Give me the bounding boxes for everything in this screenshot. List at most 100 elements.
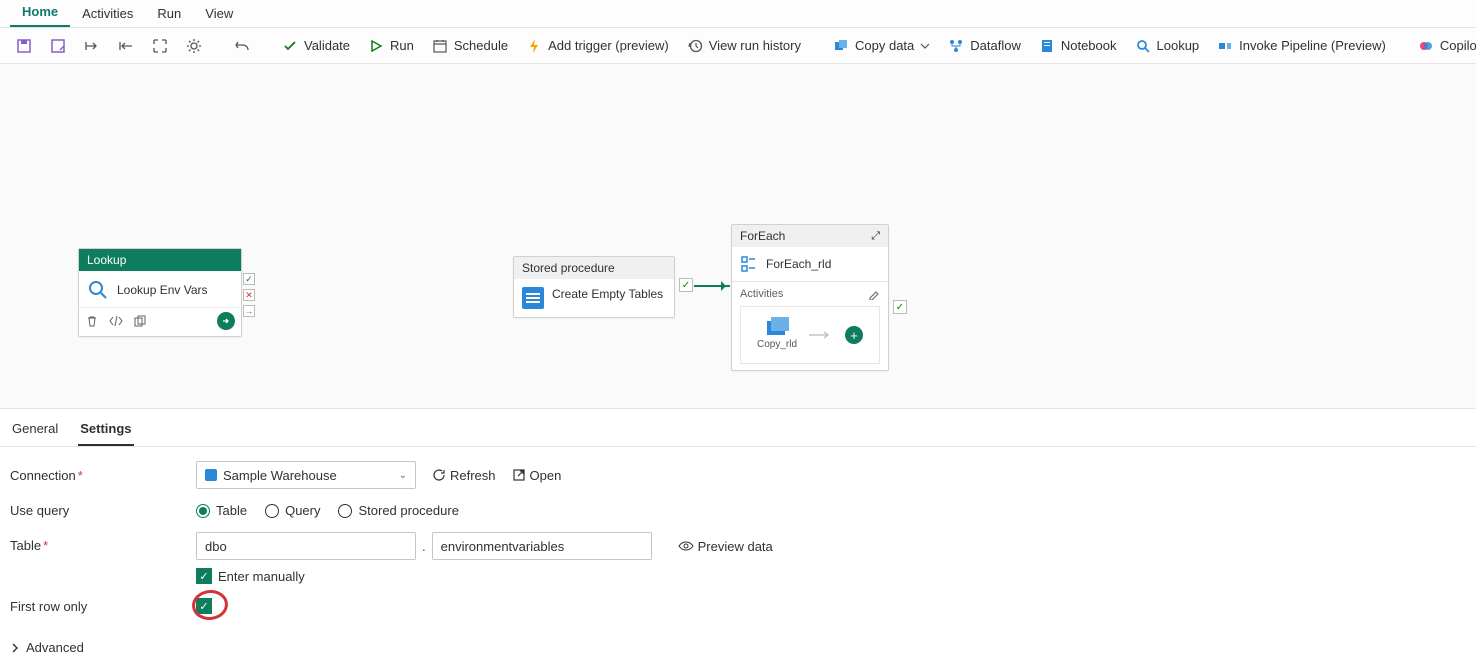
inner-arrow-icon bbox=[809, 331, 833, 339]
expand-right-button[interactable] bbox=[76, 34, 108, 58]
delete-icon[interactable] bbox=[85, 314, 99, 328]
tab-home[interactable]: Home bbox=[10, 0, 70, 27]
expand-icon[interactable]: ⤢ bbox=[871, 230, 880, 243]
collapse-right-button[interactable] bbox=[110, 34, 142, 58]
lookup-toolbar-button[interactable]: Lookup bbox=[1127, 34, 1208, 58]
copilot-button[interactable]: Copilot bbox=[1410, 34, 1476, 58]
stored-procedure-icon bbox=[522, 287, 544, 309]
save-as-button[interactable] bbox=[42, 34, 74, 58]
connection-dropdown[interactable]: Sample Warehouse ⌄ bbox=[196, 461, 416, 489]
schedule-label: Schedule bbox=[454, 38, 508, 53]
chevron-down-icon bbox=[920, 38, 930, 54]
refresh-button[interactable]: Refresh bbox=[432, 468, 496, 483]
view-run-history-button[interactable]: View run history bbox=[679, 34, 809, 58]
add-activity-button[interactable]: + bbox=[845, 326, 863, 344]
preview-data-button[interactable]: Preview data bbox=[678, 539, 773, 554]
port-success-icon[interactable]: ✓ bbox=[679, 278, 693, 292]
view-run-history-label: View run history bbox=[709, 38, 801, 53]
port-success-icon[interactable]: ✓ bbox=[893, 300, 907, 314]
advanced-toggle[interactable]: Advanced bbox=[0, 636, 1476, 669]
radio-icon bbox=[338, 504, 352, 518]
advanced-label: Advanced bbox=[26, 640, 84, 655]
warehouse-icon bbox=[205, 469, 217, 481]
node-foreach[interactable]: ForEach ⤢ ForEach_rld Activities Copy_rl… bbox=[731, 224, 889, 371]
port-fail-icon[interactable]: ✕ bbox=[243, 289, 255, 301]
use-query-label: Use query bbox=[10, 503, 196, 518]
settings-form: Connection* Sample Warehouse ⌄ Refresh O… bbox=[0, 447, 1476, 636]
properties-tabs: General Settings bbox=[0, 409, 1476, 447]
validate-button[interactable]: Validate bbox=[274, 34, 358, 58]
connection-value: Sample Warehouse bbox=[223, 468, 337, 483]
refresh-icon bbox=[432, 468, 446, 482]
schema-input[interactable]: dbo bbox=[196, 532, 416, 560]
dataflow-icon bbox=[948, 38, 964, 54]
save-as-icon bbox=[50, 38, 66, 54]
check-icon bbox=[282, 38, 298, 54]
settings-button[interactable] bbox=[178, 34, 210, 58]
node-foreach-type: ForEach bbox=[740, 229, 785, 243]
port-success-icon[interactable]: ✓ bbox=[243, 273, 255, 285]
dataflow-button[interactable]: Dataflow bbox=[940, 34, 1029, 58]
port-skip-icon[interactable]: → bbox=[243, 305, 255, 317]
validate-label: Validate bbox=[304, 38, 350, 53]
history-icon bbox=[687, 38, 703, 54]
radio-table[interactable]: Table bbox=[196, 503, 247, 518]
tab-view[interactable]: View bbox=[193, 2, 245, 27]
run-label: Run bbox=[390, 38, 414, 53]
node-stored-procedure[interactable]: Stored procedure Create Empty Tables bbox=[513, 256, 675, 318]
copilot-icon bbox=[1418, 38, 1434, 54]
fit-button[interactable] bbox=[144, 34, 176, 58]
open-button[interactable]: Open bbox=[512, 468, 562, 483]
undo-button[interactable] bbox=[226, 34, 258, 58]
tab-activities[interactable]: Activities bbox=[70, 2, 145, 27]
schedule-button[interactable]: Schedule bbox=[424, 34, 516, 58]
enter-manually-checkbox[interactable]: ✓ bbox=[196, 568, 212, 584]
first-row-only-checkbox[interactable]: ✓ bbox=[196, 598, 212, 614]
save-button[interactable] bbox=[8, 34, 40, 58]
tab-settings[interactable]: Settings bbox=[78, 417, 133, 446]
connection-label: Connection bbox=[10, 468, 76, 483]
dataflow-label: Dataflow bbox=[970, 38, 1021, 53]
ribbon-tabs: Home Activities Run View bbox=[0, 0, 1476, 28]
invoke-pipeline-button[interactable]: Invoke Pipeline (Preview) bbox=[1209, 34, 1394, 58]
radio-icon bbox=[196, 504, 210, 518]
enter-manually-label: Enter manually bbox=[218, 569, 305, 584]
lookup-icon bbox=[1135, 38, 1151, 54]
table-input[interactable]: environmentvariables bbox=[432, 532, 652, 560]
notebook-label: Notebook bbox=[1061, 38, 1117, 53]
connector-arrow bbox=[694, 285, 730, 287]
table-label: Table bbox=[10, 538, 41, 553]
radio-stored-procedure[interactable]: Stored procedure bbox=[338, 503, 458, 518]
node-lookup[interactable]: Lookup Lookup Env Vars ✓ ✕ → bbox=[78, 248, 242, 337]
clone-icon[interactable] bbox=[133, 314, 147, 328]
foreach-icon bbox=[740, 255, 758, 273]
radio-query[interactable]: Query bbox=[265, 503, 320, 518]
code-icon[interactable] bbox=[109, 314, 123, 328]
radio-icon bbox=[265, 504, 279, 518]
add-trigger-label: Add trigger (preview) bbox=[548, 38, 669, 53]
preview-icon bbox=[678, 540, 694, 552]
tab-run[interactable]: Run bbox=[145, 2, 193, 27]
inner-copy-activity[interactable]: Copy_rld bbox=[757, 321, 797, 350]
copy-data-button[interactable]: Copy data bbox=[825, 34, 938, 58]
pipeline-icon bbox=[1217, 38, 1233, 54]
pipeline-canvas[interactable]: Lookup Lookup Env Vars ✓ ✕ → Stored proc… bbox=[0, 64, 1476, 409]
node-sp-name: Create Empty Tables bbox=[552, 287, 663, 309]
calendar-icon bbox=[432, 38, 448, 54]
notebook-button[interactable]: Notebook bbox=[1031, 34, 1125, 58]
gear-icon bbox=[186, 38, 202, 54]
first-row-only-label: First row only bbox=[10, 599, 196, 614]
edit-icon[interactable] bbox=[868, 288, 880, 300]
run-button[interactable]: Run bbox=[360, 34, 422, 58]
chevron-right-icon bbox=[10, 643, 20, 653]
copy-data-label: Copy data bbox=[855, 38, 914, 53]
copy-icon bbox=[767, 321, 785, 335]
add-trigger-button[interactable]: Add trigger (preview) bbox=[518, 34, 677, 58]
play-icon bbox=[368, 38, 384, 54]
lookup-toolbar-label: Lookup bbox=[1157, 38, 1200, 53]
save-icon bbox=[16, 38, 32, 54]
tab-general[interactable]: General bbox=[10, 417, 60, 446]
node-run-icon[interactable] bbox=[217, 312, 235, 330]
activities-label: Activities bbox=[740, 288, 783, 300]
dot-separator: . bbox=[422, 539, 426, 554]
